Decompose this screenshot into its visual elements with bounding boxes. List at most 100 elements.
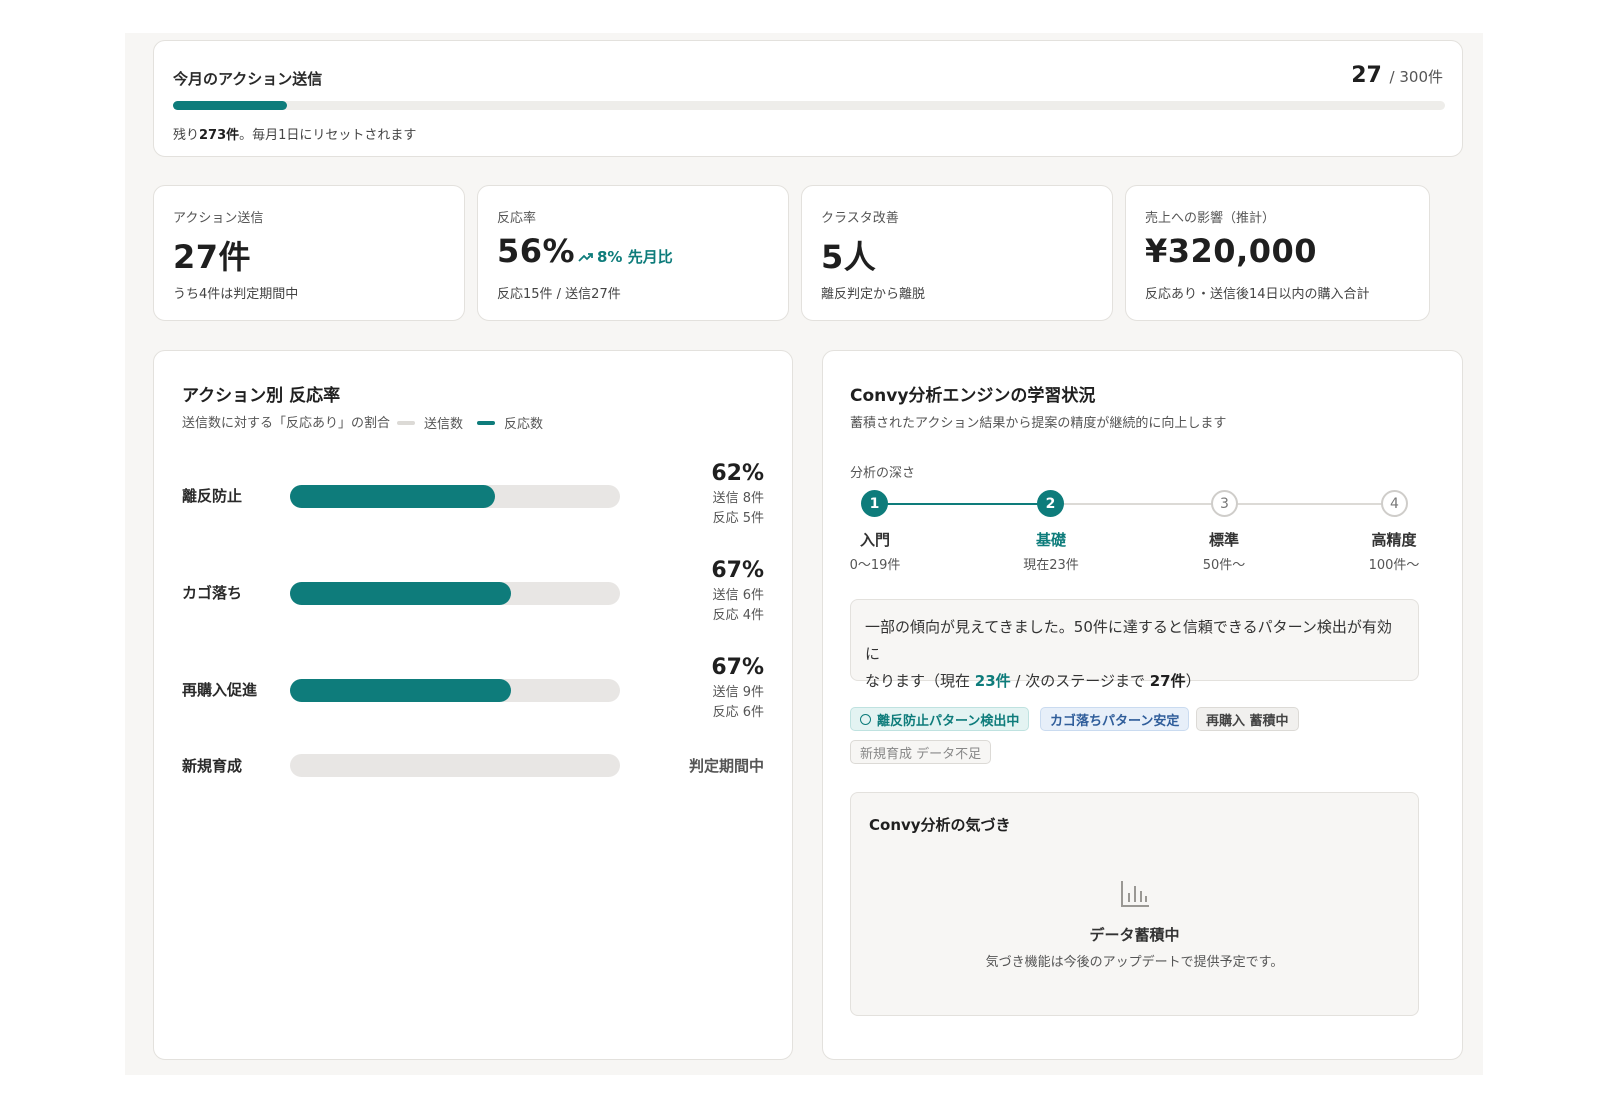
reaction-row-sent: 送信 9件	[712, 685, 764, 700]
reaction-row-pct: 67%	[711, 655, 764, 680]
quota-used: 27	[1351, 63, 1382, 88]
kpi-trend-text: 8% 先月比	[597, 248, 673, 266]
quota-note-suffix: 。毎月1日にリセットされます	[239, 128, 417, 143]
kpi-sub: うち4件は判定期間中	[173, 287, 299, 302]
reaction-subtitle: 送信数に対する「反応あり」の割合	[182, 416, 391, 431]
reaction-by-action-card: アクション別 反応率 送信数に対する「反応あり」の割合 送信数 反応数 離反防止…	[153, 350, 793, 1060]
learning-message: 一部の傾向が見えてきました。50件に達すると信頼できるパターン検出が有効に なり…	[850, 599, 1419, 690]
reaction-bar-track	[290, 679, 620, 702]
reaction-row-sent: 送信 6件	[712, 588, 764, 603]
learning-subtitle: 蓄積されたアクション結果から提案の精度が継続的に向上します	[850, 416, 1227, 431]
learning-status-card: Convy分析エンジンの学習状況 蓄積されたアクション結果から提案の精度が継続的…	[822, 350, 1463, 1060]
stepper-line-done	[875, 503, 1051, 505]
kpi-sub: 反応15件 / 送信27件	[497, 287, 621, 302]
reaction-title: アクション別 反応率	[182, 386, 341, 406]
message-end: ）	[1185, 672, 1201, 690]
insight-empty-title: データ蓄積中	[1089, 926, 1180, 944]
reaction-row-meta: 送信 6件反応 4件	[713, 586, 764, 626]
reaction-bar-track	[290, 485, 620, 508]
depth-label: 分析の深さ	[850, 466, 916, 481]
reaction-bar-track	[290, 754, 620, 777]
step-dot-4: 4	[1381, 490, 1408, 517]
insight-empty-note: 気づき機能は今後のアップデートで提供予定です。	[985, 955, 1284, 970]
tag-repurchase: 再購入 蓄積中	[1196, 707, 1299, 731]
dashboard-frame: 今月のアクション送信 27 / 300件 残り273件。毎月1日にリセットされま…	[125, 33, 1483, 1075]
reaction-row-pct: 67%	[711, 558, 764, 583]
reaction-legend: 送信数 反応数	[397, 413, 557, 432]
kpi-label: アクション送信	[173, 211, 264, 226]
bar-chart-icon	[1121, 881, 1149, 907]
kpi-sub: 反応あり・送信後14日以内の購入合計	[1145, 287, 1370, 302]
reaction-row-reacted: 反応 4件	[712, 608, 764, 623]
trend-up-icon	[578, 253, 593, 262]
step-dot-3: 3	[1211, 490, 1238, 517]
step-name-1: 入門	[859, 531, 890, 549]
legend-sent-swatch	[397, 420, 415, 425]
step-dot-1: 1	[861, 490, 888, 517]
kpi-trend: 8% 先月比	[578, 246, 673, 267]
reaction-bar-fill	[290, 582, 512, 605]
tag-churn-pattern: 離反防止パターン検出中	[850, 707, 1030, 731]
quota-note-prefix: 残り	[173, 128, 200, 143]
tag-label: 離反防止パターン検出中	[877, 713, 1020, 729]
step-dot-2: 2	[1037, 490, 1064, 517]
reaction-row-label: 新規育成	[182, 757, 243, 775]
kpi-card-revenue: 売上への影響（推計） ¥320,000 反応あり・送信後14日以内の購入合計	[1125, 185, 1430, 321]
learning-title: Convy分析エンジンの学習状況	[850, 386, 1096, 406]
kpi-value: 56%	[497, 232, 576, 270]
message-current-count: 23件	[974, 672, 1011, 690]
step-name-3: 標準	[1208, 531, 1239, 549]
reaction-row-label: 再購入促進	[182, 681, 258, 699]
message-next-count: 27件	[1149, 672, 1186, 690]
step-range-1: 0〜19件	[849, 558, 901, 573]
reaction-row-label: カゴ落ち	[182, 584, 243, 602]
legend-reacted: 反応数	[477, 413, 543, 432]
reaction-row-meta: 送信 9件反応 6件	[713, 683, 764, 723]
legend-reacted-label: 反応数	[504, 417, 544, 432]
quota-progress-bar	[173, 101, 1445, 110]
reaction-row-reacted: 反応 5件	[712, 511, 764, 526]
message-prefix: なります（現在	[865, 672, 975, 690]
step-range-2: 現在23件	[1023, 558, 1079, 573]
reaction-bar-track	[290, 582, 620, 605]
tag-label: 再購入 蓄積中	[1206, 713, 1289, 729]
learning-message-line1: 一部の傾向が見えてきました。50件に達すると信頼できるパターン検出が有効に	[865, 618, 1392, 663]
kpi-label: クラスタ改善	[821, 211, 899, 226]
reaction-row-sent: 送信 8件	[712, 491, 764, 506]
reaction-row-reacted: 反応 6件	[712, 705, 764, 720]
kpi-value: 27件	[173, 238, 252, 276]
quota-remaining: 273件	[199, 128, 240, 143]
kpi-card-cluster: クラスタ改善 5人 離反判定から離脱	[801, 185, 1113, 321]
reaction-bar-fill	[290, 485, 495, 508]
reaction-bar-fill	[290, 679, 512, 702]
legend-sent-label: 送信数	[424, 417, 464, 432]
tag-label: 新規育成 データ不足	[860, 746, 982, 762]
step-range-3: 50件〜	[1202, 558, 1246, 573]
reaction-row-pending: 判定期間中	[688, 757, 764, 775]
tag-cart-pattern: カゴ落ちパターン安定	[1040, 707, 1190, 731]
monthly-quota-card: 今月のアクション送信 27 / 300件 残り273件。毎月1日にリセットされま…	[153, 40, 1463, 157]
quota-title: 今月のアクション送信	[173, 70, 323, 88]
learning-message-line2: なります（現在 23件 / 次のステージまで 27件）	[865, 668, 1404, 695]
legend-sent: 送信数	[397, 413, 463, 432]
reaction-row-label: 離反防止	[182, 487, 243, 505]
step-name-4: 高精度	[1371, 531, 1417, 549]
quota-note: 残り273件。毎月1日にリセットされます	[173, 124, 416, 143]
kpi-label: 売上への影響（推計）	[1145, 211, 1276, 226]
tag-label: カゴ落ちパターン安定	[1050, 713, 1180, 729]
kpi-card-actions: アクション送信 27件 うち4件は判定期間中	[153, 185, 465, 321]
quota-progress-fill	[173, 101, 288, 110]
legend-reacted-swatch	[477, 420, 496, 425]
circle-icon	[860, 713, 871, 725]
kpi-sub: 離反判定から離脱	[821, 287, 926, 302]
reaction-row-pct: 62%	[711, 461, 764, 486]
kpi-card-reaction-rate: 反応率 56% 8% 先月比 反応15件 / 送信27件	[477, 185, 789, 321]
tag-new-nurture: 新規育成 データ不足	[850, 740, 992, 764]
message-mid: / 次のステージまで	[1010, 672, 1150, 690]
quota-count: 27 / 300件	[1351, 63, 1443, 88]
insight-title: Convy分析の気づき	[869, 816, 1011, 834]
quota-total: / 300件	[1389, 68, 1443, 86]
kpi-value: ¥320,000	[1145, 232, 1318, 270]
insight-panel: Convy分析の気づき データ蓄積中 気づき機能は今後のアップデートで提供予定で…	[850, 792, 1419, 1016]
step-name-2: 基礎	[1035, 531, 1066, 549]
